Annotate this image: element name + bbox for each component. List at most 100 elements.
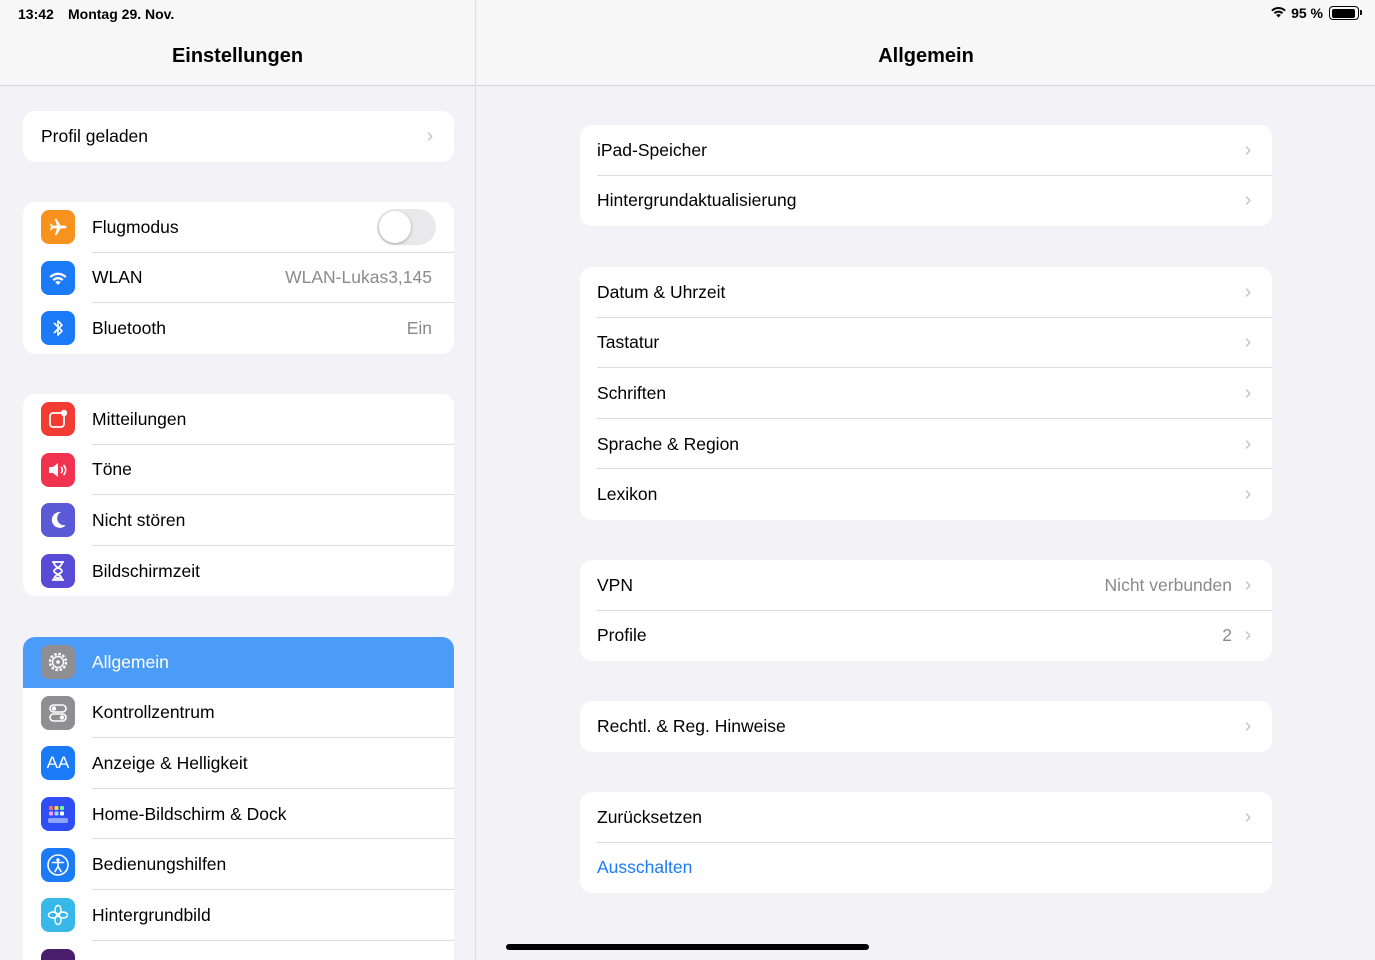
sidebar-item-partial[interactable] <box>23 941 454 960</box>
ausschalten-label: Ausschalten <box>597 857 693 878</box>
chevron-right-icon: › <box>1244 432 1252 455</box>
zuruecksetzen-label: Zurücksetzen <box>597 806 703 827</box>
lexikon-row[interactable]: Lexikon › <box>580 469 1272 520</box>
rechtl-hinweise-row[interactable]: Rechtl. & Reg. Hinweise › <box>580 701 1272 752</box>
sidebar-item-home-bildschirm[interactable]: Home-Bildschirm & Dock <box>23 789 454 840</box>
rechtl-hinweise-label: Rechtl. & Reg. Hinweise <box>597 715 786 736</box>
profile-count: 2 <box>1222 625 1232 646</box>
legal-group: Rechtl. & Reg. Hinweise › <box>580 701 1272 752</box>
anzeige-label: Anzeige & Helligkeit <box>92 752 248 773</box>
hintergrundaktualisierung-row[interactable]: Hintergrundaktualisierung › <box>580 176 1272 227</box>
hintergrundbild-label: Hintergrundbild <box>92 904 211 925</box>
bedienungshilfen-label: Bedienungshilfen <box>92 854 227 875</box>
chevron-right-icon: › <box>1244 624 1252 647</box>
profile-detail-label: Profile <box>597 625 647 646</box>
chevron-right-icon: › <box>1244 805 1252 828</box>
sprache-region-label: Sprache & Region <box>597 433 740 454</box>
chevron-right-icon: › <box>1244 189 1252 212</box>
chevron-right-icon: › <box>1244 714 1252 737</box>
ipad-speicher-row[interactable]: iPad-Speicher › <box>580 125 1272 176</box>
zuruecksetzen-row[interactable]: Zurücksetzen › <box>580 792 1272 843</box>
lexikon-label: Lexikon <box>597 484 658 505</box>
allgemein-label: Allgemein <box>92 651 169 672</box>
moon-icon <box>41 503 75 538</box>
profile-group: Profil geladen › <box>23 111 454 162</box>
sidebar-title: Einstellungen <box>171 45 304 67</box>
sidebar-item-nicht-stoeren[interactable]: Nicht stören <box>23 495 454 546</box>
datum-uhrzeit-label: Datum & Uhrzeit <box>597 281 726 302</box>
chevron-right-icon: › <box>1244 381 1252 404</box>
notifications-icon <box>41 402 75 437</box>
sidebar-item-mitteilungen[interactable]: Mitteilungen <box>23 394 454 445</box>
sidebar-item-kontrollzentrum[interactable]: Kontrollzentrum <box>23 688 454 739</box>
chevron-right-icon: › <box>1244 138 1252 161</box>
home-indicator[interactable] <box>506 944 869 950</box>
ipad-speicher-label: iPad-Speicher <box>597 139 707 160</box>
tastatur-row[interactable]: Tastatur › <box>580 318 1272 369</box>
sidebar-item-allgemein[interactable]: Allgemein <box>23 637 454 688</box>
chevron-right-icon: › <box>1244 331 1252 354</box>
vpn-value: Nicht verbunden <box>1104 574 1232 595</box>
chevron-right-icon: › <box>1244 573 1252 596</box>
sidebar: Einstellungen Profil geladen › Flugmodus… <box>0 0 476 960</box>
bluetooth-icon <box>41 311 75 346</box>
sidebar-item-anzeige[interactable]: AA Anzeige & Helligkeit <box>23 738 454 789</box>
text-size-icon: AA <box>41 746 75 781</box>
mitteilungen-label: Mitteilungen <box>92 408 187 429</box>
status-indicators: 95 % <box>1270 5 1362 21</box>
chevron-right-icon: › <box>426 124 434 147</box>
app-icon <box>41 948 75 960</box>
detail-pane: Allgemein iPad-Speicher › Hintergrundakt… <box>477 0 1375 960</box>
sidebar-item-bildschirmzeit[interactable]: Bildschirmzeit <box>23 546 454 597</box>
bluetooth-value: Ein <box>406 317 432 338</box>
status-date: Montag 29. Nov. <box>68 6 175 22</box>
sprache-region-row[interactable]: Sprache & Region › <box>580 419 1272 470</box>
sidebar-item-bluetooth[interactable]: Bluetooth Ein <box>23 303 454 354</box>
wifi-icon <box>41 260 75 295</box>
general-group: Allgemein Kontrollzentrum AA Anzeige & H… <box>23 637 454 960</box>
datum-uhrzeit-row[interactable]: Datum & Uhrzeit › <box>580 267 1272 318</box>
chevron-right-icon: › <box>1244 483 1252 506</box>
wifi-status-icon <box>1270 5 1287 21</box>
schriften-row[interactable]: Schriften › <box>580 368 1272 419</box>
sidebar-item-bedienungshilfen[interactable]: Bedienungshilfen <box>23 839 454 890</box>
battery-icon <box>1329 6 1362 20</box>
storage-group: iPad-Speicher › Hintergrundaktualisierun… <box>580 125 1272 227</box>
hourglass-icon <box>41 554 75 589</box>
bildschirmzeit-label: Bildschirmzeit <box>92 560 200 581</box>
vpn-row[interactable]: VPN Nicht verbunden › <box>580 560 1272 611</box>
sidebar-item-hintergrundbild[interactable]: Hintergrundbild <box>23 890 454 941</box>
flower-icon <box>41 898 75 933</box>
language-group: Datum & Uhrzeit › Tastatur › Schriften ›… <box>580 267 1272 520</box>
flugmodus-toggle[interactable] <box>377 209 436 246</box>
profile-row[interactable]: Profil geladen › <box>23 111 454 162</box>
connectivity-group: Flugmodus WLAN WLAN-Lukas3,145 Bluetooth… <box>23 202 454 354</box>
wlan-label: WLAN <box>92 267 143 288</box>
airplane-icon <box>41 210 75 245</box>
status-bar: 13:42 Montag 29. Nov. 95 % <box>0 0 1375 28</box>
kontrollzentrum-label: Kontrollzentrum <box>92 702 215 723</box>
status-time: 13:42 <box>18 6 54 22</box>
switches-icon <box>41 695 75 730</box>
grid-icon <box>41 797 75 832</box>
sidebar-item-toene[interactable]: Töne <box>23 445 454 496</box>
sidebar-item-wlan[interactable]: WLAN WLAN-Lukas3,145 <box>23 253 454 304</box>
tastatur-label: Tastatur <box>597 332 660 353</box>
chevron-right-icon: › <box>1244 280 1252 303</box>
schriften-label: Schriften <box>597 382 667 403</box>
gear-icon <box>41 645 75 680</box>
vpn-group: VPN Nicht verbunden › Profile 2 › <box>580 560 1272 662</box>
vpn-label: VPN <box>597 574 633 595</box>
battery-percent: 95 % <box>1291 5 1323 21</box>
hintergrundaktualisierung-label: Hintergrundaktualisierung <box>597 190 797 211</box>
reset-group: Zurücksetzen › Ausschalten <box>580 792 1272 894</box>
sidebar-item-flugmodus[interactable]: Flugmodus <box>23 202 454 253</box>
notifications-group: Mitteilungen Töne Nicht stören Bildschir… <box>23 394 454 597</box>
ausschalten-button[interactable]: Ausschalten <box>580 843 1272 894</box>
toene-label: Töne <box>92 459 132 480</box>
sound-icon <box>41 452 75 487</box>
bluetooth-label: Bluetooth <box>92 317 166 338</box>
profile-row-detail[interactable]: Profile 2 › <box>580 611 1272 662</box>
detail-title: Allgemein <box>878 45 974 67</box>
flugmodus-label: Flugmodus <box>92 216 179 237</box>
